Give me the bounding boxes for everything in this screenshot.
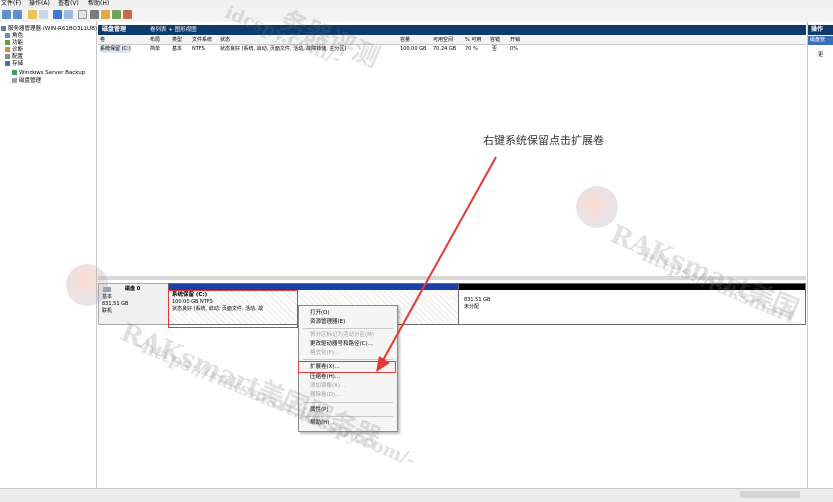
scrollbar-thumb[interactable]: [740, 491, 800, 498]
actions-header: 操作: [808, 25, 833, 35]
arrow-line: [381, 156, 497, 363]
annotation-text: 右键系统保留点击扩展卷: [483, 134, 604, 147]
watermark-logo: [66, 264, 108, 306]
actions-title: 操作: [811, 26, 824, 33]
watermark-logo: [576, 186, 618, 228]
actions-subtitle: 磁盘管: [810, 37, 826, 43]
actions-more[interactable]: 更: [818, 53, 823, 58]
actions-pane: 更: [807, 22, 833, 488]
actions-subheader[interactable]: 磁盘管: [808, 36, 833, 45]
horizontal-scrollbar[interactable]: [0, 488, 833, 502]
